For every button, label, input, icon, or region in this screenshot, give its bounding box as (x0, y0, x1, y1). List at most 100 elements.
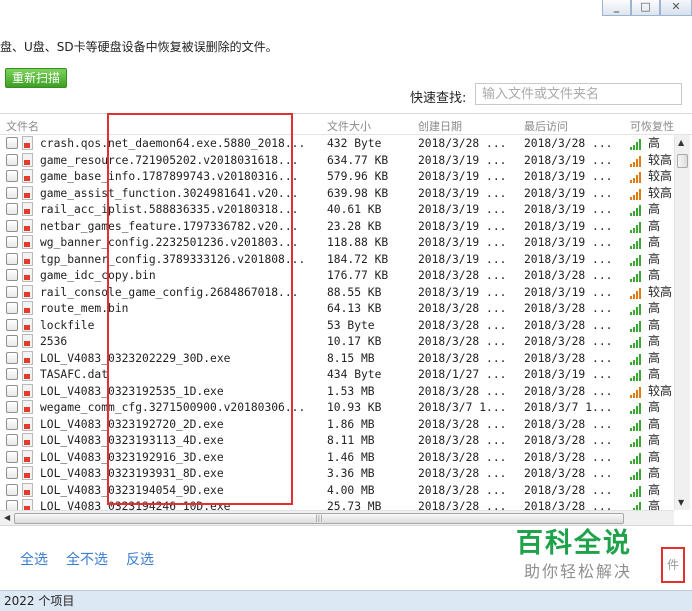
recoverability-grade: 较高 (648, 383, 673, 398)
row-checkbox[interactable] (6, 236, 18, 248)
vertical-scroll-thumb[interactable] (677, 154, 688, 168)
created-date: 2018/3/28 ... (418, 483, 507, 497)
row-checkbox[interactable] (6, 483, 18, 496)
column-header-size[interactable]: 文件大小 (327, 118, 371, 134)
row-checkbox[interactable] (6, 434, 18, 446)
file-name: LOL_V4083_0323194246_10D.exe (40, 500, 231, 510)
row-checkbox[interactable] (6, 450, 18, 463)
file-size: 434 Byte (327, 368, 382, 381)
recoverability-grade: 高 (648, 449, 661, 464)
signal-bars-icon (630, 353, 644, 365)
close-button[interactable]: ✕ (660, 0, 692, 16)
row-checkbox[interactable] (6, 401, 18, 413)
table-row[interactable]: tgp_banner_config.3789333126.v201808... 1… (0, 251, 674, 268)
vertical-scrollbar[interactable]: ▲ ▼ (674, 135, 690, 510)
table-row[interactable]: crash.qos.net_daemon64.exe.5880_2018... 4… (0, 135, 674, 152)
table-row[interactable]: wegame_comm_cfg.3271500900.v20180306... 1… (0, 399, 674, 416)
table-row[interactable]: LOL_V4083_0323192535_1D.exe 1.53 MB 2018/3… (0, 383, 674, 400)
row-checkbox[interactable] (6, 335, 18, 347)
title-bar: _ □ ✕ (0, 0, 692, 20)
scroll-down-icon[interactable]: ▼ (678, 498, 684, 507)
table-row[interactable]: LOL_V4083_0323194054_9D.exe 4.00 MB 2018/3… (0, 482, 674, 499)
row-checkbox[interactable] (6, 285, 18, 298)
column-header-recoverability[interactable]: 可恢复性 (630, 118, 674, 134)
row-checkbox[interactable] (6, 137, 18, 149)
row-checkbox[interactable] (6, 153, 18, 166)
file-icon (22, 169, 33, 183)
table-row[interactable]: LOL_V4083_0323192720_2D.exe 1.86 MB 2018/3… (0, 416, 674, 433)
last-access-date: 2018/3/28 ... (524, 434, 613, 447)
maximize-button[interactable]: □ (631, 0, 660, 16)
file-size: 25.73 MB (327, 500, 382, 510)
row-checkbox[interactable] (6, 219, 18, 232)
table-row[interactable]: 2536 10.17 KB 2018/3/28 ... 2018/3/28 ... 高 (0, 333, 674, 350)
file-icon (22, 202, 33, 216)
table-row[interactable]: rail_console_game_config.2684867018... 88… (0, 284, 674, 301)
row-checkbox[interactable] (6, 467, 18, 479)
signal-bars-icon (630, 419, 644, 431)
row-checkbox[interactable] (6, 203, 18, 215)
status-bar: 2022 个项目 (0, 590, 692, 611)
row-checkbox[interactable] (6, 252, 18, 265)
table-row[interactable]: LOL_V4083_0323192916_3D.exe 1.46 MB 2018/3… (0, 449, 674, 466)
invert-selection-link[interactable]: 反选 (126, 549, 154, 569)
row-checkbox[interactable] (6, 417, 18, 430)
file-name: lockfile (40, 318, 95, 332)
table-row[interactable]: LOL_V4083_0323194246_10D.exe 25.73 MB 2018… (0, 498, 674, 510)
file-icon (22, 449, 33, 464)
table-row[interactable]: rail_acc_iplist.588836335.v20180318... 40… (0, 201, 674, 218)
signal-bars-icon (630, 403, 644, 414)
table-row[interactable]: game_assist_function.3024981641.v20... 63… (0, 185, 674, 202)
created-date: 2018/3/28 ... (418, 318, 507, 332)
column-header-created[interactable]: 创建日期 (418, 118, 462, 134)
created-date: 2018/3/28 ... (418, 417, 507, 431)
table-row[interactable]: LOL_V4083_0323193113_4D.exe 8.11 MB 2018/3… (0, 432, 674, 449)
file-name: game_assist_function.3024981641.v20... (40, 186, 299, 200)
row-checkbox[interactable] (6, 318, 18, 331)
scroll-left-icon[interactable]: ◀ (4, 513, 10, 522)
select-all-link[interactable]: 全选 (20, 549, 48, 569)
file-size: 88.55 KB (327, 285, 382, 299)
column-header-name[interactable]: 文件名 (6, 118, 39, 134)
last-access-date: 2018/3/28 ... (524, 417, 613, 431)
table-row[interactable]: route_mem.bin 64.13 KB 2018/3/28 ... 2018/3… (0, 300, 674, 317)
column-header-accessed[interactable]: 最后访问 (524, 118, 568, 134)
table-row[interactable]: lockfile 53 Byte 2018/3/28 ... 2018/3/28 ..… (0, 317, 674, 334)
row-checkbox[interactable] (6, 269, 18, 281)
row-checkbox[interactable] (6, 351, 18, 364)
row-checkbox[interactable] (6, 186, 18, 199)
recoverability-grade: 高 (648, 482, 661, 497)
row-checkbox[interactable] (6, 384, 18, 397)
table-row[interactable]: game_base_info.1787899743.v20180316... 57… (0, 168, 674, 185)
row-checkbox[interactable] (6, 170, 18, 182)
table-row[interactable]: game_idc_copy.bin 176.77 KB 2018/3/28 ... 2… (0, 267, 674, 284)
file-icon (22, 499, 33, 510)
table-row[interactable]: LOL_V4083_0323202229_30D.exe 8.15 MB 2018/… (0, 350, 674, 367)
table-row[interactable]: game_resource.721905202.v2018031618... 63… (0, 152, 674, 169)
file-name: route_mem.bin (40, 302, 129, 315)
file-size: 40.61 KB (327, 203, 382, 216)
recoverability-grade: 高 (648, 367, 661, 381)
row-checkbox[interactable] (6, 368, 18, 380)
table-row[interactable]: wg_banner_config.2232501236.v201803... 11… (0, 234, 674, 251)
table-row[interactable]: TASAFC.dat 434 Byte 2018/1/27 ... 2018/3/19… (0, 366, 674, 383)
last-access-date: 2018/3/28 ... (524, 450, 613, 464)
quick-search-input[interactable] (475, 83, 682, 105)
table-row[interactable]: netbar_games_feature.1797336782.v20... 23… (0, 218, 674, 235)
signal-bars-icon (630, 436, 644, 447)
rescan-button[interactable]: 重新扫描 (5, 68, 68, 88)
select-none-link[interactable]: 全不选 (66, 549, 108, 569)
signal-bars-icon (630, 502, 644, 510)
created-date: 2018/3/19 ... (418, 170, 507, 183)
minimize-button[interactable]: _ (602, 0, 631, 16)
file-name: LOL_V4083_0323192720_2D.exe (40, 417, 224, 431)
signal-bars-icon (630, 271, 644, 282)
scroll-up-icon[interactable]: ▲ (678, 138, 684, 147)
recover-files-button[interactable]: 件 (661, 547, 685, 583)
table-row[interactable]: LOL_V4083_0323193931_8D.exe 3.36 MB 2018/3… (0, 465, 674, 482)
row-checkbox[interactable] (6, 500, 18, 510)
file-icon (22, 334, 33, 348)
row-checkbox[interactable] (6, 302, 18, 314)
signal-bars-icon (630, 452, 644, 464)
signal-bars-icon (630, 238, 644, 249)
